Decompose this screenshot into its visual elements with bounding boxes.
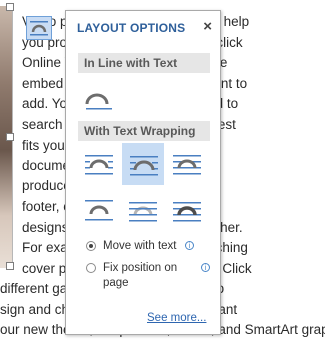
resize-handle-middle[interactable] <box>6 133 14 141</box>
wrap-option-behind-text[interactable] <box>122 189 164 231</box>
resize-handle-bottom[interactable] <box>6 262 14 270</box>
wrap-behind-text-icon <box>129 202 157 222</box>
wrap-in-front-icon <box>173 202 201 222</box>
fix-position-info-icon[interactable]: i <box>201 263 210 272</box>
see-more-link[interactable]: See more... <box>147 312 206 324</box>
wrap-option-through[interactable] <box>166 143 208 185</box>
section-header-inline: In Line with Text <box>78 53 210 73</box>
wrap-square-icon <box>85 155 113 175</box>
wrap-option-square[interactable] <box>78 143 120 185</box>
layout-options-icon <box>30 21 48 36</box>
wrap-option-in-front-of-text[interactable] <box>166 189 208 231</box>
wrap-option-top-bottom[interactable] <box>78 189 120 231</box>
wrap-through-icon <box>173 155 201 175</box>
layout-options-button[interactable] <box>26 16 52 40</box>
layout-options-panel: LAYOUT OPTIONS × In Line with Text With … <box>65 10 221 335</box>
fix-position-label: Fix position on page <box>103 262 178 289</box>
inline-with-text-icon <box>85 93 112 110</box>
wrap-option-inline[interactable] <box>78 77 120 119</box>
wrap-option-tight[interactable] <box>122 143 164 185</box>
panel-title: LAYOUT OPTIONS <box>77 21 186 35</box>
wrap-top-bottom-icon <box>85 200 113 221</box>
move-with-text-label: Move with text <box>103 240 177 252</box>
fix-position-radio[interactable] <box>86 263 96 273</box>
section-header-wrapping: With Text Wrapping <box>78 121 210 141</box>
resize-handle-top[interactable] <box>6 3 14 11</box>
move-with-text-radio[interactable] <box>86 241 96 251</box>
close-icon[interactable]: × <box>203 18 212 35</box>
move-with-text-info-icon[interactable]: i <box>185 241 194 250</box>
wrap-tight-icon <box>130 156 158 176</box>
